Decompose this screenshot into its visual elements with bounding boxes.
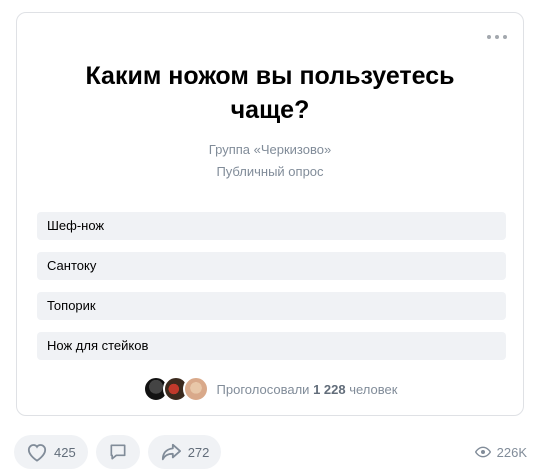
comment-icon [108,442,128,462]
poll-group: Группа «Черкизово» [208,142,332,157]
eye-icon [474,446,491,458]
avatar [182,376,209,402]
poll-type: Публичный опрос [216,164,324,179]
poll-option[interactable]: Топорик [37,292,506,320]
share-arrow-icon [160,442,182,462]
voters-prefix: Проголосовали [216,381,310,397]
voters-suffix: человек [349,381,398,397]
poll-option[interactable]: Нож для стейков [37,332,506,360]
more-dots-icon[interactable] [487,34,507,40]
share-button[interactable]: 272 [147,435,222,469]
views-count: 226K [496,444,527,460]
post-actions: 425 272 [14,435,222,469]
share-count: 272 [187,444,210,460]
voter-avatars [142,376,209,402]
voters-text: Проголосовали 1 228 человек [217,382,398,397]
poll-card: Каким ножом вы пользуетесь чаще? Группа … [16,12,524,416]
like-count: 425 [54,444,76,460]
poll-question: Каким ножом вы пользуетесь чаще? [85,62,455,124]
voters-count: 1 228 [313,381,346,397]
views-counter: 226K [474,435,527,469]
voters-summary[interactable]: Проголосовали 1 228 человек [17,376,523,402]
heart-icon [26,442,48,462]
like-button[interactable]: 425 [14,435,88,469]
comment-button[interactable] [95,435,140,469]
poll-option[interactable]: Сантоку [37,252,506,280]
poll-option[interactable]: Шеф-нож [37,212,506,240]
